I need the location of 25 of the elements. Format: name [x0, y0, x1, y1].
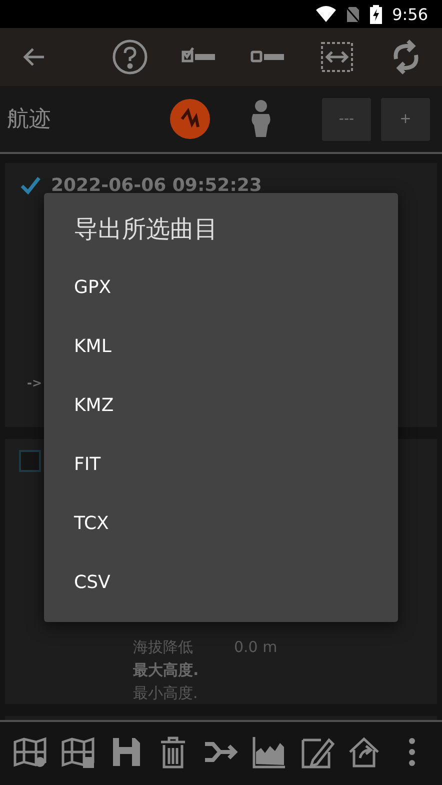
format-option[interactable]: KMZ [44, 376, 398, 435]
stat-label: 海拔降低 [133, 637, 194, 658]
no-sim-icon [346, 6, 360, 22]
format-option[interactable]: TCX [44, 494, 398, 553]
checkbox[interactable] [19, 174, 41, 196]
checkbox[interactable] [19, 450, 41, 472]
format-option[interactable]: FIT [44, 435, 398, 494]
dialog-title: 导出所选曲目 [73, 214, 219, 245]
track-arrow: -> [26, 376, 44, 390]
track-date: 2022-06-06 09:52:23 [51, 174, 262, 196]
stat-label: 最小高度. [133, 683, 199, 704]
elevation-chart-icon[interactable] [250, 734, 287, 770]
help-icon[interactable] [112, 39, 148, 75]
format-option[interactable]: CSV [44, 553, 398, 612]
expand-width-icon[interactable] [319, 39, 355, 75]
screen-title: 航迹 [7, 106, 52, 134]
clock-time: 9:56 [392, 4, 428, 24]
battery-charging-icon [370, 4, 382, 24]
format-option[interactable]: KML [44, 317, 398, 376]
person-icon[interactable] [250, 99, 272, 139]
format-option[interactable]: GPX [44, 258, 398, 317]
wifi-icon [316, 6, 336, 22]
stat-label: 最大高度. [133, 660, 200, 681]
activity-icon[interactable] [170, 99, 210, 139]
stat-value: 0.0 m [234, 637, 278, 658]
